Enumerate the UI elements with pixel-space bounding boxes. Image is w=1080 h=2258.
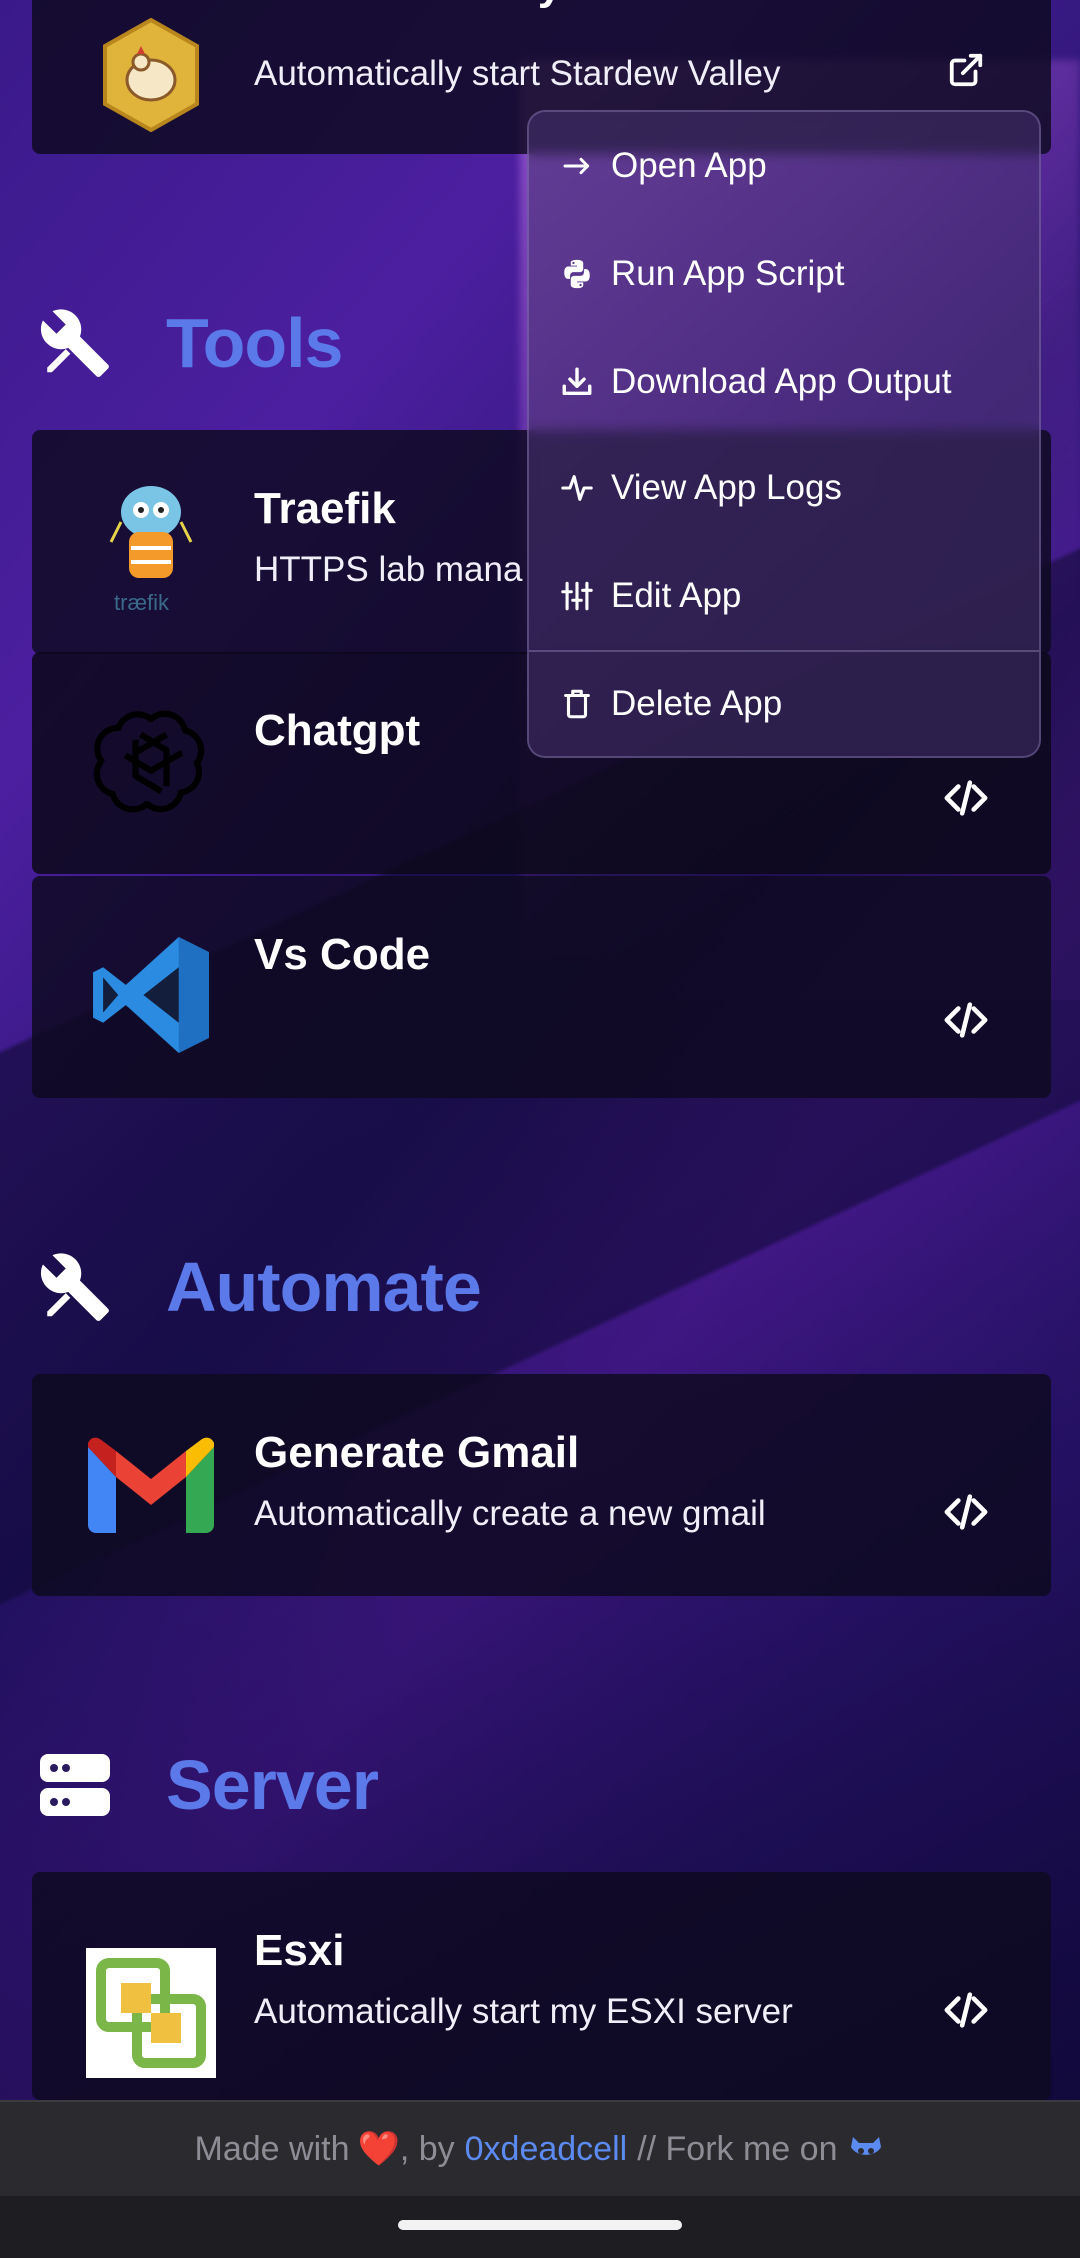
menu-divider [529, 650, 1039, 652]
menu-item-label: Open App [611, 146, 767, 185]
code-icon[interactable] [936, 990, 996, 1050]
section-header-tools: Tools [38, 298, 343, 388]
code-icon[interactable] [936, 768, 996, 828]
menu-item-label: Edit App [611, 576, 742, 615]
app-card-esxi[interactable]: Esxi Automatically start my ESXI server [32, 1872, 1051, 2100]
app-card-vscode[interactable]: Vs Code [32, 876, 1051, 1098]
traefik-logo-text: træfik [114, 590, 169, 615]
section-header-server: Server [38, 1740, 379, 1830]
code-icon[interactable] [936, 1482, 996, 1542]
vscode-logo [86, 930, 216, 1060]
tools-icon [38, 306, 112, 380]
app-name: Vs Code [254, 930, 431, 979]
section-title: Server [166, 1746, 379, 1824]
footer-by: , by [399, 2129, 455, 2168]
chatgpt-logo [86, 698, 216, 828]
github-icon[interactable] [847, 2133, 885, 2165]
tools-icon [38, 1250, 112, 1324]
gmail-logo [86, 1420, 216, 1550]
menu-item-open-app[interactable]: Open App [529, 116, 1039, 216]
stardew-logo [86, 10, 216, 140]
footer-made-with: Made with [194, 2129, 350, 2168]
external-link-icon[interactable] [936, 40, 996, 100]
app-name: Stardew Valley [254, 0, 562, 10]
menu-item-label: Download App Output [611, 362, 952, 401]
heart-icon: ❤️ [357, 2130, 400, 2168]
activity-icon [557, 468, 597, 508]
menu-item-delete-app[interactable]: Delete App [529, 654, 1039, 754]
author-link[interactable]: 0xdeadcell [465, 2130, 628, 2169]
menu-item-run-script[interactable]: Run App Script [529, 224, 1039, 324]
esxi-logo [86, 1948, 216, 2078]
app-description: Automatically start Stardew Valley [254, 54, 781, 93]
menu-item-label: Run App Script [611, 254, 845, 293]
section-title: Automate [166, 1248, 482, 1326]
footer: Made with ❤️ , by 0xdeadcell // Fork me … [0, 2100, 1080, 2196]
menu-item-edit-app[interactable]: Edit App [529, 546, 1039, 646]
traefik-logo: træfik [86, 482, 216, 615]
menu-item-label: Delete App [611, 684, 783, 723]
arrow-right-icon [557, 146, 597, 186]
app-name: Generate Gmail [254, 1428, 580, 1477]
app-description: Automatically start my ESXI server [254, 1992, 793, 2031]
app-name: Esxi [254, 1926, 345, 1975]
section-title: Tools [166, 304, 343, 382]
download-icon [557, 362, 597, 402]
section-header-automate: Automate [38, 1242, 482, 1332]
menu-item-download-output[interactable]: Download App Output [529, 332, 1039, 432]
menu-item-label: View App Logs [611, 468, 842, 507]
footer-fork: // Fork me on [637, 2129, 838, 2168]
app-description: Automatically create a new gmail [254, 1494, 766, 1533]
code-icon[interactable] [936, 1980, 996, 2040]
python-icon [557, 254, 597, 294]
app-card-gmail[interactable]: Generate Gmail Automatically create a ne… [32, 1374, 1051, 1596]
trash-icon [557, 684, 597, 724]
sliders-icon [557, 576, 597, 616]
home-indicator[interactable] [398, 2220, 682, 2230]
menu-item-view-logs[interactable]: View App Logs [529, 438, 1039, 538]
app-name: Chatgpt [254, 706, 421, 755]
app-context-menu: Open App Run App Script Download App Out… [527, 110, 1041, 758]
server-icon [38, 1748, 112, 1822]
app-name: Traefik [254, 484, 396, 533]
app-description: HTTPS lab mana [254, 550, 523, 589]
system-navigation-bar [0, 2196, 1080, 2258]
